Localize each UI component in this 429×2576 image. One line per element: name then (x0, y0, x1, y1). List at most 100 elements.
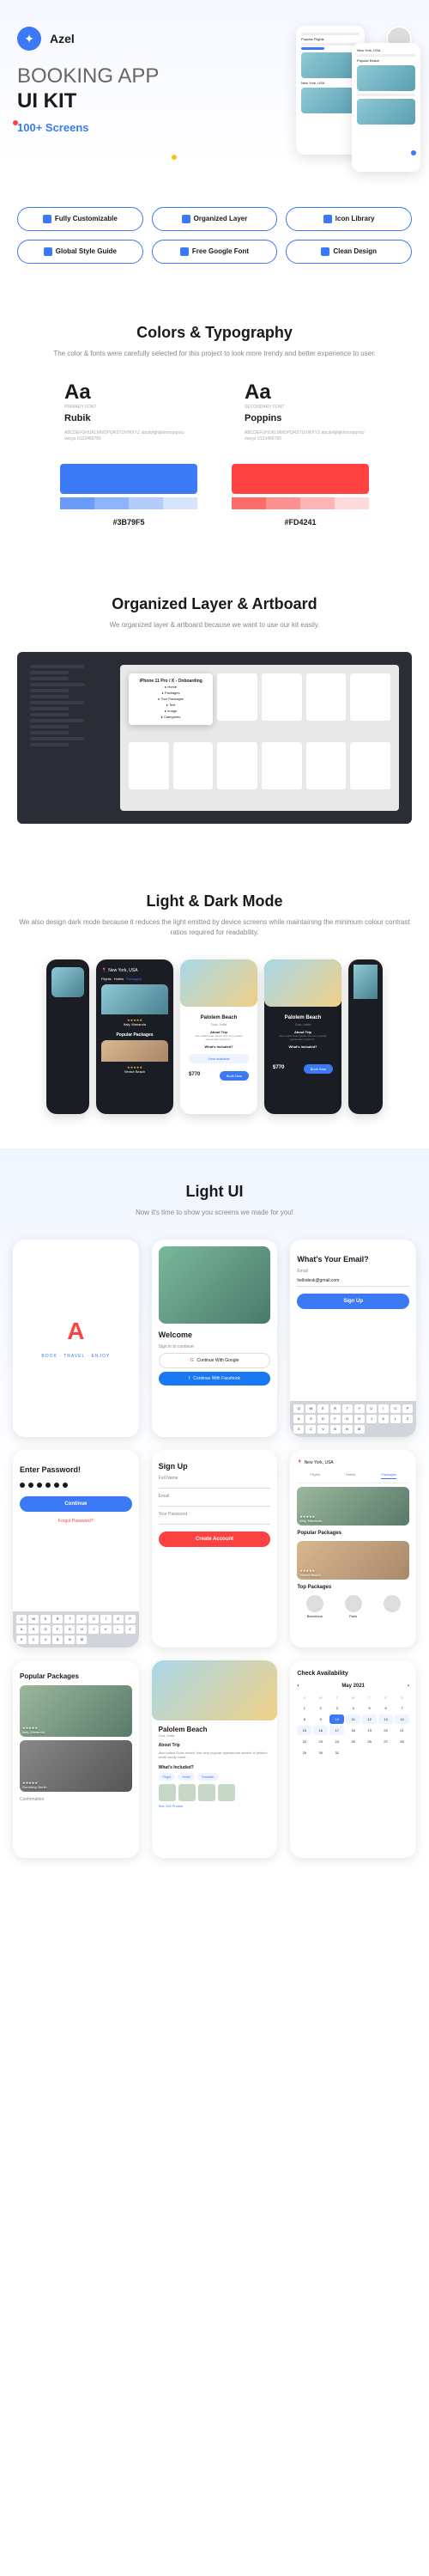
calendar-day[interactable]: 10 (329, 1714, 344, 1724)
calendar-day[interactable]: 9 (313, 1714, 328, 1724)
tab[interactable]: Hotels (114, 977, 124, 981)
keyboard-key[interactable]: E (317, 1404, 328, 1413)
facebook-button[interactable]: fContinue With Facebook (159, 1372, 271, 1385)
keyboard-key[interactable]: D (40, 1625, 51, 1634)
keyboard-key[interactable]: K (378, 1415, 389, 1423)
calendar-day[interactable]: 21 (395, 1726, 409, 1735)
pkg-item[interactable]: Paris (335, 1595, 371, 1618)
create-account-button[interactable]: Create Account (159, 1532, 271, 1547)
keyboard-key[interactable]: M (76, 1635, 87, 1644)
calendar-day[interactable]: 28 (395, 1737, 409, 1746)
calendar-day[interactable]: 2 (313, 1703, 328, 1713)
signup-button[interactable]: Sign Up (297, 1294, 409, 1309)
tab[interactable]: Packages (381, 1472, 396, 1479)
calendar-day[interactable]: 31 (329, 1748, 344, 1757)
calendar-day[interactable]: 1 (297, 1703, 311, 1713)
calendar-day[interactable]: 18 (346, 1726, 360, 1735)
keyboard-key[interactable]: Q (16, 1615, 27, 1623)
calendar-day[interactable]: 19 (362, 1726, 377, 1735)
keyboard-key[interactable]: G (342, 1415, 353, 1423)
keyboard-key[interactable]: J (88, 1625, 99, 1634)
keyboard-key[interactable]: Z (402, 1415, 413, 1423)
calendar-day[interactable]: 11 (346, 1714, 360, 1724)
calendar-day[interactable]: 20 (378, 1726, 393, 1735)
keyboard-key[interactable]: V (40, 1635, 51, 1644)
keyboard-key[interactable]: L (390, 1415, 401, 1423)
name-field[interactable] (159, 1483, 271, 1489)
pkg-item[interactable]: Barcelona (297, 1595, 332, 1618)
keyboard-key[interactable]: K (100, 1625, 111, 1634)
calendar-day[interactable]: 14 (395, 1714, 409, 1724)
keyboard-key[interactable]: L (113, 1625, 124, 1634)
calendar-day[interactable]: 29 (297, 1748, 311, 1757)
keyboard-key[interactable]: B (330, 1425, 341, 1434)
layer-item[interactable]: ▸ Text (134, 702, 208, 708)
keyboard-key[interactable]: P (402, 1404, 413, 1413)
layer-item[interactable]: ▸ Home (134, 684, 208, 690)
keyboard-key[interactable]: X (16, 1635, 27, 1644)
calendar-day[interactable]: 7 (395, 1703, 409, 1713)
keyboard-key[interactable]: T (342, 1404, 353, 1413)
prev-month-icon[interactable]: ‹ (297, 1684, 299, 1689)
keyboard-key[interactable]: C (28, 1635, 39, 1644)
keyboard-key[interactable]: D (317, 1415, 328, 1423)
tab[interactable]: Flights (310, 1472, 320, 1479)
tab[interactable]: Flights (101, 977, 112, 981)
calendar-day[interactable]: 3 (329, 1703, 344, 1713)
layer-item[interactable]: ▸ Image (134, 708, 208, 714)
pkg-item[interactable] (374, 1595, 409, 1618)
tab[interactable]: Hotels (346, 1472, 355, 1479)
calendar-day[interactable]: 17 (329, 1726, 344, 1735)
calendar-day[interactable]: 8 (297, 1714, 311, 1724)
keyboard-key[interactable]: H (76, 1625, 87, 1634)
calendar-day[interactable]: 4 (346, 1703, 360, 1713)
keyboard-key[interactable]: Y (76, 1615, 87, 1623)
keyboard-key[interactable]: X (293, 1425, 304, 1434)
keyboard-key[interactable]: T (64, 1615, 75, 1623)
tab[interactable]: Packages (126, 977, 142, 981)
email-field[interactable]: hellodesk@gmail.com (297, 1276, 409, 1287)
book-button[interactable]: Book Now (304, 1064, 333, 1074)
keyboard-key[interactable]: Z (125, 1625, 136, 1634)
email-field[interactable] (159, 1501, 271, 1507)
keyboard-key[interactable]: A (16, 1625, 27, 1634)
continue-button[interactable]: Continue (20, 1496, 132, 1512)
keyboard-key[interactable]: S (28, 1625, 39, 1634)
calendar-day[interactable]: 22 (297, 1737, 311, 1746)
next-month-icon[interactable]: › (408, 1684, 409, 1689)
layer-item[interactable]: ▸ Packages (134, 690, 208, 696)
calendar-day[interactable]: 12 (362, 1714, 377, 1724)
calendar-day[interactable]: 26 (362, 1737, 377, 1746)
keyboard-key[interactable]: R (52, 1615, 63, 1623)
calendar-day[interactable]: 27 (378, 1737, 393, 1746)
keyboard-key[interactable]: V (317, 1425, 328, 1434)
calendar-day[interactable]: 23 (313, 1737, 328, 1746)
keyboard-key[interactable]: U (366, 1404, 377, 1413)
keyboard-key[interactable]: O (113, 1615, 124, 1623)
password-field[interactable] (159, 1519, 271, 1525)
calendar-day[interactable]: 30 (313, 1748, 328, 1757)
google-button[interactable]: GContinue With Google (159, 1353, 271, 1368)
keyboard-key[interactable]: E (40, 1615, 51, 1623)
keyboard-key[interactable]: R (330, 1404, 341, 1413)
keyboard-key[interactable]: G (64, 1625, 75, 1634)
keyboard-key[interactable]: O (390, 1404, 401, 1413)
keyboard-key[interactable]: N (342, 1425, 353, 1434)
keyboard-key[interactable]: Q (293, 1404, 304, 1413)
keyboard-key[interactable]: A (293, 1415, 304, 1423)
calendar-day[interactable]: 16 (313, 1726, 328, 1735)
keyboard-key[interactable]: W (28, 1615, 39, 1623)
keyboard-key[interactable]: J (366, 1415, 377, 1423)
keyboard-key[interactable]: F (52, 1625, 63, 1634)
photos-link[interactable]: See 104 Photos (159, 1804, 271, 1808)
keyboard-key[interactable]: H (354, 1415, 365, 1423)
calendar-day[interactable]: 13 (378, 1714, 393, 1724)
calendar-day[interactable]: 5 (362, 1703, 377, 1713)
keyboard-key[interactable]: Y (354, 1404, 365, 1413)
keyboard-key[interactable]: U (88, 1615, 99, 1623)
layer-item[interactable]: ▸ Tour Packages (134, 696, 208, 702)
view-button[interactable]: View available (189, 1054, 249, 1063)
keyboard-key[interactable]: W (305, 1404, 316, 1413)
keyboard-key[interactable]: I (100, 1615, 111, 1623)
layer-item[interactable]: ▸ Categories (134, 714, 208, 720)
